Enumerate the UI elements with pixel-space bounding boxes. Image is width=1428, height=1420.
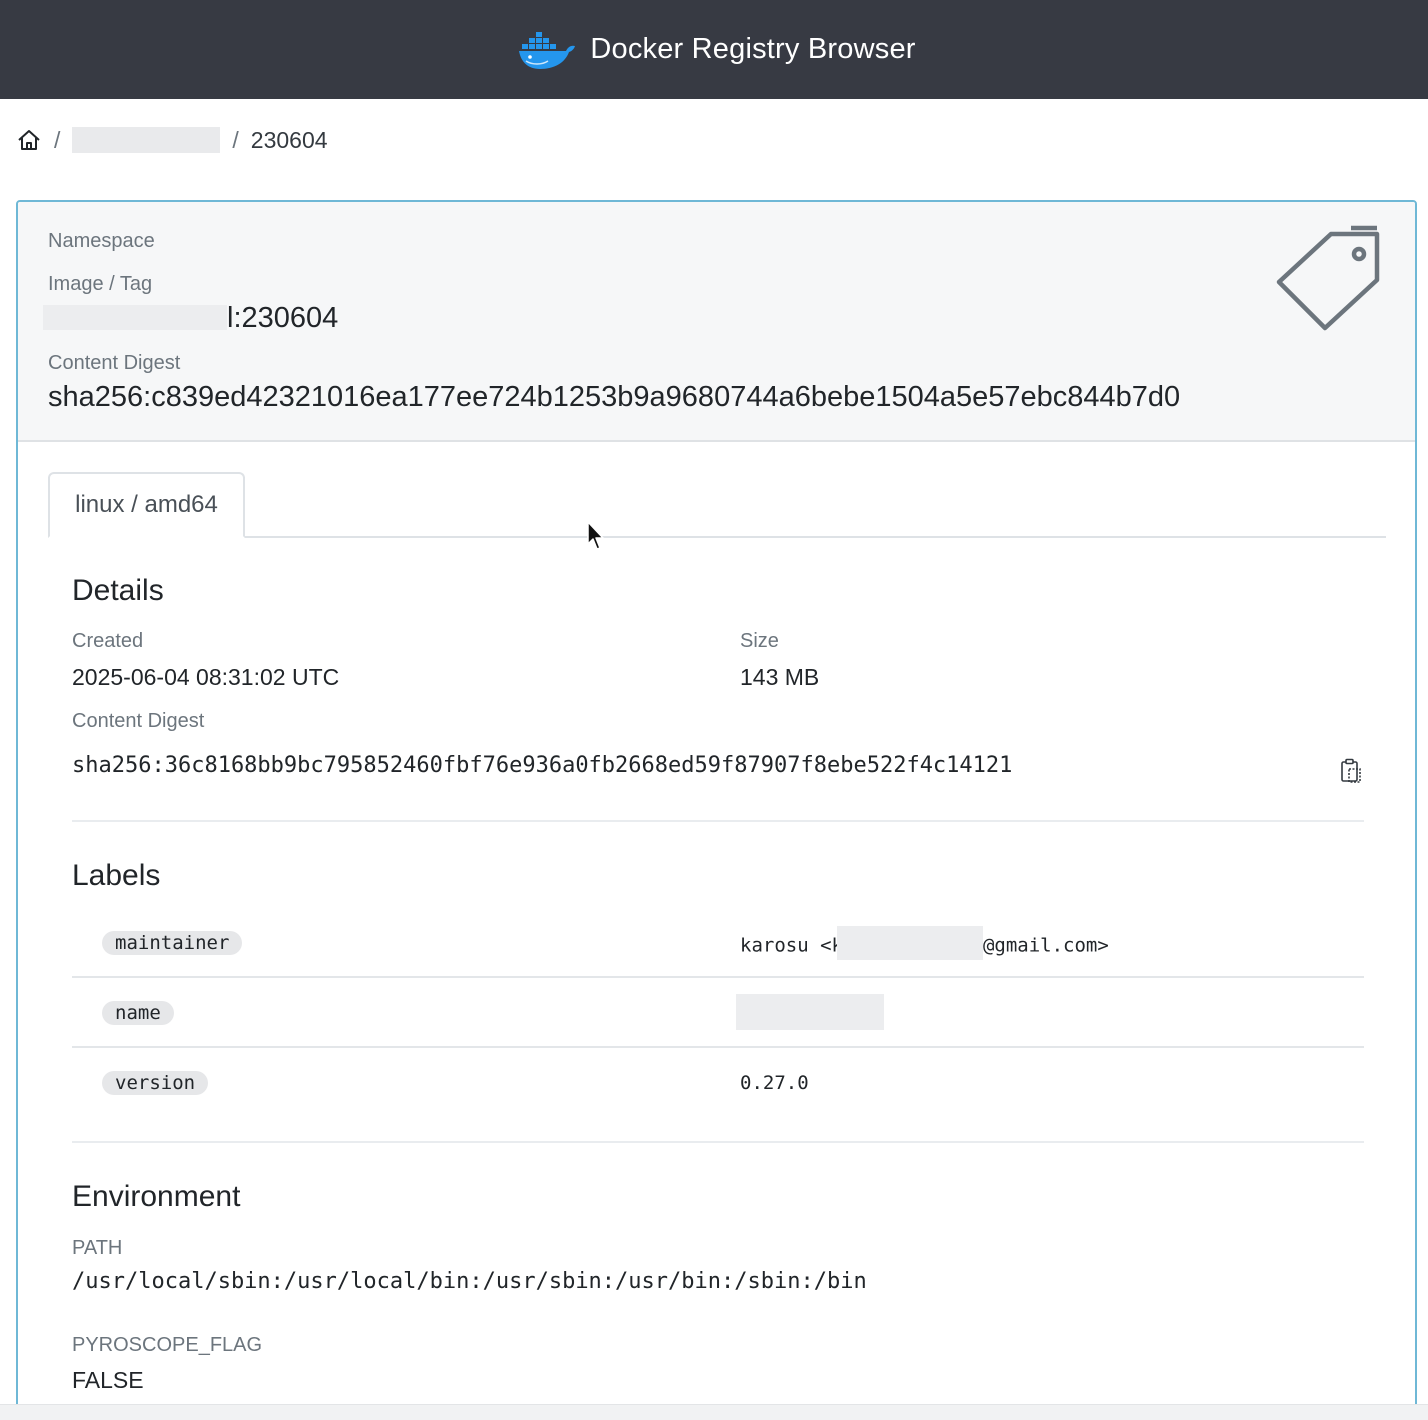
label-value: karosu <k @gmail.com>	[740, 926, 1109, 960]
home-icon[interactable]	[16, 127, 42, 153]
app-title: Docker Registry Browser	[590, 33, 916, 65]
labels-heading: Labels	[72, 859, 161, 892]
label-row: maintainer karosu <k @gmail.com>	[72, 908, 1364, 978]
image-tag-value: l:230604	[227, 302, 339, 334]
created-label: Created	[72, 630, 144, 652]
content-digest-label: Content Digest	[48, 352, 181, 374]
clipboard-icon[interactable]	[1340, 758, 1362, 784]
label-row: name	[72, 978, 1364, 1048]
divider	[72, 820, 1364, 822]
env-var-value: FALSE	[72, 1367, 144, 1393]
label-key: maintainer	[102, 931, 243, 955]
breadcrumb-current-tag: 230604	[250, 126, 328, 153]
breadcrumb-separator: /	[54, 126, 61, 153]
details-digest-value: sha256:36c8168bb9bc795852460fbf76e936a0f…	[72, 753, 1013, 778]
env-var-value: /usr/local/sbin:/usr/local/bin:/usr/sbin…	[72, 1269, 867, 1294]
breadcrumb-separator: /	[232, 126, 239, 153]
details-digest-label: Content Digest	[72, 710, 205, 732]
env-var-name: PATH	[72, 1237, 123, 1259]
bottom-scroll-edge	[0, 1404, 1428, 1420]
label-value: 0.27.0	[740, 1072, 809, 1094]
image-name-redacted	[43, 305, 227, 330]
label-key: name	[102, 1001, 174, 1025]
tag-icon	[1276, 225, 1380, 331]
label-value-redacted	[736, 994, 884, 1030]
app-header: Docker Registry Browser	[0, 0, 1428, 99]
content-digest-value: sha256:c839ed42321016ea177ee724b1253b9a9…	[48, 381, 1181, 413]
image-card-header: Namespace Image / Tag l:230604 Content D…	[18, 202, 1415, 442]
platform-tabs: linux / amd64	[48, 472, 1386, 538]
created-value: 2025-06-04 08:31:02 UTC	[72, 664, 340, 690]
label-value-suffix: @gmail.com>	[982, 934, 1109, 957]
size-label: Size	[740, 630, 779, 652]
label-row: version 0.27.0	[72, 1048, 1364, 1118]
divider	[72, 1141, 1364, 1143]
namespace-label: Namespace	[48, 230, 155, 252]
image-card: Namespace Image / Tag l:230604 Content D…	[16, 200, 1417, 1420]
mouse-cursor-icon	[587, 521, 604, 550]
label-key: version	[102, 1071, 209, 1095]
breadcrumb-repository-redacted[interactable]	[72, 127, 221, 153]
tab-linux-amd64[interactable]: linux / amd64	[48, 472, 245, 538]
env-var-name: PYROSCOPE_FLAG	[72, 1334, 263, 1356]
details-heading: Details	[72, 574, 164, 607]
environment-heading: Environment	[72, 1180, 241, 1213]
size-value: 143 MB	[740, 664, 820, 690]
email-redacted	[836, 926, 983, 960]
docker-whale-icon	[519, 31, 576, 69]
label-value-prefix: karosu <k	[740, 934, 843, 957]
brand[interactable]: Docker Registry Browser	[518, 28, 915, 72]
breadcrumb: / / 230604	[16, 124, 328, 156]
image-tag-label: Image / Tag	[48, 273, 153, 295]
